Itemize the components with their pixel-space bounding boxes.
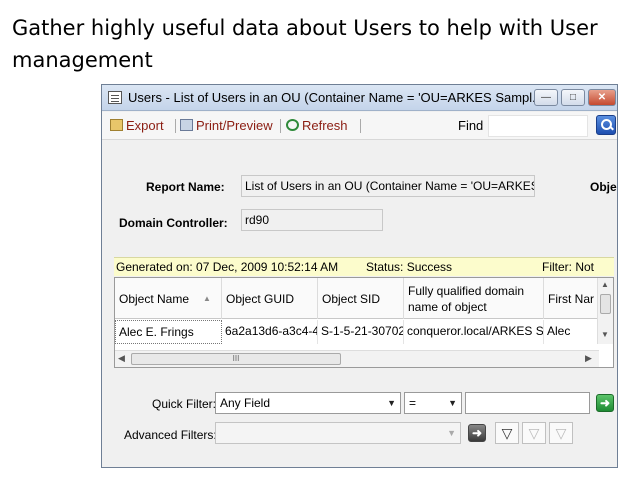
operator-value: = [409, 396, 417, 410]
maximize-button[interactable]: □ [561, 89, 585, 106]
domain-controller-field: rd90 [241, 209, 383, 231]
filter-status-text: Filter: Not [542, 260, 595, 274]
sort-ascending-icon: ▲ [203, 294, 211, 303]
export-icon [110, 119, 123, 131]
advanced-filters-select[interactable]: ▼ [215, 422, 461, 444]
scroll-right-icon[interactable]: ▶ [585, 353, 592, 364]
report-status-bar: Generated on: 07 Dec, 2009 10:52:14 AM S… [114, 257, 614, 276]
scroll-left-icon[interactable]: ◀ [118, 353, 125, 364]
table-row[interactable]: Alec E. Frings 6a2a13d6-a3c4-4 S-1-5-21-… [115, 320, 613, 344]
column-header-first-name[interactable]: First Nar [544, 278, 599, 319]
quick-filter-label: Quick Filter: [152, 397, 217, 411]
chevron-down-icon: ▼ [387, 398, 396, 408]
column-header-object-sid[interactable]: Object SID [318, 278, 404, 319]
results-grid[interactable]: Object Name ▲ Object GUID Object SID Full… [114, 277, 614, 368]
report-name-field: List of Users in an OU (Container Name =… [241, 175, 535, 197]
object-label: Obje [590, 180, 617, 194]
report-window-icon [108, 91, 122, 104]
vertical-scrollbar[interactable]: ▲ ▼ [597, 278, 613, 344]
cell-fqdn[interactable]: conqueror.local/ARKES S [404, 320, 544, 344]
scroll-up-icon[interactable]: ▲ [601, 280, 609, 289]
status-text: Status: Success [366, 260, 453, 274]
vertical-scroll-thumb[interactable] [600, 294, 611, 314]
quick-filter-value-input[interactable] [465, 392, 590, 414]
column-header-object-name[interactable]: Object Name ▲ [115, 278, 222, 319]
domain-controller-label: Domain Controller: [119, 216, 228, 230]
horizontal-scroll-thumb[interactable]: III [131, 353, 341, 365]
print-label: Print/Preview [196, 118, 273, 133]
export-label: Export [126, 118, 164, 133]
export-button[interactable]: Export [110, 118, 164, 133]
quick-filter-field-select[interactable]: Any Field ▼ [215, 392, 401, 414]
find-label: Find [458, 118, 484, 133]
cell-object-guid[interactable]: 6a2a13d6-a3c4-4 [222, 320, 318, 344]
refresh-icon [286, 119, 299, 131]
search-icon[interactable] [596, 115, 616, 135]
toolbar-separator [280, 119, 281, 133]
operator-select[interactable]: = ▼ [404, 392, 462, 414]
horizontal-scrollbar[interactable]: ◀ III ▶ [115, 350, 599, 367]
apply-quick-filter-button[interactable]: ➜ [596, 394, 614, 412]
apply-advanced-filter-button[interactable]: ➜ [468, 424, 486, 442]
cell-object-name[interactable]: Alec E. Frings [115, 320, 222, 344]
slide-title: Gather highly useful data about Users to… [12, 16, 598, 72]
close-button[interactable]: ✕ [588, 89, 616, 106]
chevron-down-icon: ▼ [447, 428, 456, 438]
toolbar-separator [175, 119, 176, 133]
quick-filter-field-value: Any Field [220, 396, 271, 410]
cell-object-sid[interactable]: S-1-5-21-30702 [318, 320, 404, 344]
advanced-filters-label: Advanced Filters: [124, 428, 217, 442]
print-preview-button[interactable]: Print/Preview [180, 118, 273, 133]
scroll-down-icon[interactable]: ▼ [601, 330, 609, 339]
column-header-label: Object Name [119, 291, 190, 306]
toolbar-separator [360, 119, 361, 133]
print-icon [180, 119, 193, 131]
cell-first-name[interactable]: Alec [544, 320, 599, 344]
window-title-bar[interactable]: Users - List of Users in an OU (Containe… [102, 85, 617, 111]
refresh-button[interactable]: Refresh [286, 118, 348, 133]
column-header-fqdn[interactable]: Fully qualified domain name of object [404, 278, 544, 319]
grid-header: Object Name ▲ Object GUID Object SID Full… [115, 278, 613, 319]
toolbar: Export Print/Preview Refresh Find [102, 112, 617, 140]
window-title: Users - List of Users in an OU (Containe… [128, 90, 544, 105]
minimize-button[interactable]: — [534, 89, 558, 106]
report-name-label: Report Name: [146, 180, 225, 194]
chevron-down-icon: ▼ [448, 398, 457, 408]
report-window: Users - List of Users in an OU (Containe… [101, 84, 618, 468]
column-header-object-guid[interactable]: Object GUID [222, 278, 318, 319]
generated-on-text: Generated on: 07 Dec, 2009 10:52:14 AM [116, 260, 339, 274]
filter-icon[interactable]: ▽ [495, 422, 519, 444]
refresh-label: Refresh [302, 118, 348, 133]
clear-filter-icon[interactable]: ▽ [549, 422, 573, 444]
find-input[interactable] [488, 115, 588, 137]
edit-filter-icon[interactable]: ▽ [522, 422, 546, 444]
report-info-panel: Report Name: List of Users in an OU (Con… [102, 141, 617, 251]
